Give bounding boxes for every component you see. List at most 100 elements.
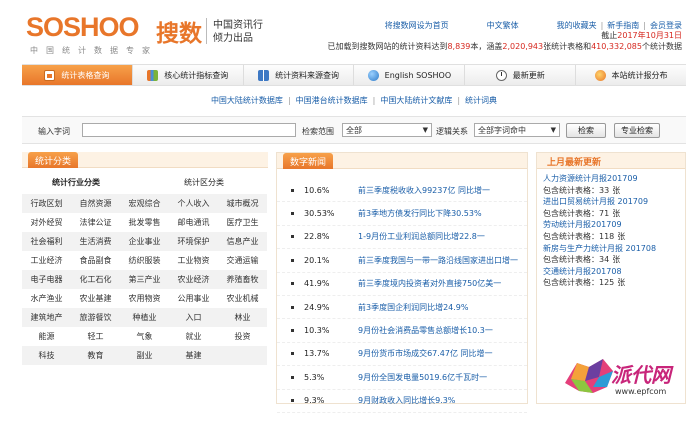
nav-tab-latest-updates[interactable]: 最新更新 [465, 65, 577, 85]
category-item[interactable]: 教育 [71, 346, 120, 365]
category-item[interactable]: 食品副食 [71, 251, 120, 270]
category-item[interactable]: 基建 [169, 346, 218, 365]
news-row[interactable]: 9.3% 9月财政收入同比增长9.3% [277, 390, 527, 413]
category-item[interactable]: 宏观综合 [120, 194, 169, 213]
category-item[interactable]: 信息产业 [218, 232, 267, 251]
category-item[interactable]: 交通运输 [218, 251, 267, 270]
category-item[interactable]: 养殖畜牧 [218, 270, 267, 289]
category-item[interactable]: 入口 [169, 308, 218, 327]
news-row[interactable]: 30.53% 前3季地方债发行同比下降30.53% [277, 202, 527, 226]
count-prefix: 包含统计表格： [543, 185, 599, 195]
set-homepage-link[interactable]: 将搜数网设为首页 [385, 20, 449, 31]
news-title-link[interactable]: 前三季度税收收入99237亿 同比增一 [358, 185, 490, 196]
member-login-link[interactable]: 会员登录 [650, 21, 682, 30]
category-item[interactable]: 就业 [169, 327, 218, 346]
subnav-mainland-literature[interactable]: 中国大陆统计文献库 [380, 95, 452, 106]
category-item[interactable]: 行政区划 [22, 194, 71, 213]
category-item[interactable]: 能源 [22, 327, 71, 346]
category-item[interactable]: 工业经济 [22, 251, 71, 270]
news-row[interactable]: 13.7% 9月份货币市场成交67.47亿 同比增一 [277, 343, 527, 367]
news-title-link[interactable]: 9月份货币市场成交67.47亿 同比增一 [358, 348, 493, 359]
category-item[interactable]: 轻工 [71, 327, 120, 346]
news-row[interactable]: 22.8% 1-9月份工业利润总额同比增22.8一 [277, 226, 527, 250]
news-row[interactable]: 41.9% 前三季度境内投资者对外直接750亿美一 [277, 273, 527, 296]
category-item[interactable]: 农业经济 [169, 270, 218, 289]
category-item[interactable]: 林业 [218, 308, 267, 327]
nav-tab-english[interactable]: English SOSHOO [354, 65, 466, 85]
news-row[interactable]: 10.6% 前三季度税收收入99237亿 同比增一 [277, 179, 527, 203]
traditional-chinese-link[interactable]: 中文繁体 [487, 20, 519, 31]
scope-select[interactable]: 全部 ▼ [342, 123, 432, 137]
news-title-link[interactable]: 前3季度国企利润同比增24.9% [358, 302, 469, 313]
nav-tab-distribution[interactable]: 本站统计报分布 [576, 65, 686, 85]
update-title-link[interactable]: 劳动统计月报201709 [543, 219, 683, 231]
category-item[interactable]: 城市概况 [218, 194, 267, 213]
category-item[interactable]: 副业 [120, 346, 169, 365]
news-row[interactable]: 5.3% 9月份全国发电量5019.6亿千瓦时一 [277, 366, 527, 390]
category-item[interactable]: 生活消费 [71, 232, 120, 251]
category-item[interactable]: 农业机械 [218, 289, 267, 308]
update-table-count: 包含统计表格：34 张 [543, 254, 683, 266]
category-item[interactable]: 邮电通讯 [169, 213, 218, 232]
category-item[interactable]: 企业事业 [120, 232, 169, 251]
news-title-link[interactable]: 9月份社会消费品零售总额增长10.3一 [358, 325, 493, 336]
news-row[interactable]: 20.1% 前三季度我国与一带一路沿线国家进出口增一 [277, 249, 527, 273]
favorites-link[interactable]: 我的收藏夹 [557, 21, 597, 30]
nav-tab-table-query[interactable]: 统计表格查询 [22, 65, 133, 85]
news-title-link[interactable]: 前三季度境内投资者对外直接750亿美一 [358, 278, 501, 289]
news-title-link[interactable]: 1-9月份工业利润总额同比增22.8一 [358, 231, 485, 242]
count-suffix: 张 [612, 255, 621, 265]
update-title-link[interactable]: 新房与生产力统计月报 201708 [543, 243, 683, 255]
category-item[interactable]: 科技 [22, 346, 71, 365]
category-item[interactable]: 环境保护 [169, 232, 218, 251]
logic-select[interactable]: 全部字词命中 ▼ [474, 123, 560, 137]
category-item[interactable]: 纺织服装 [120, 251, 169, 270]
nav-tab-source-query[interactable]: 统计资料来源查询 [244, 65, 355, 85]
category-item[interactable]: 对外经贸 [22, 213, 71, 232]
category-item[interactable]: 第三产业 [120, 270, 169, 289]
category-item[interactable]: 种植业 [120, 308, 169, 327]
news-row[interactable]: 24.9% 前3季度国企利润同比增24.9% [277, 296, 527, 320]
category-item[interactable]: 电子电器 [22, 270, 71, 289]
news-title-link[interactable]: 前3季地方债发行同比下降30.53% [358, 208, 482, 219]
category-item[interactable]: 自然资源 [71, 194, 120, 213]
news-percent: 10.3% [304, 326, 330, 336]
category-item[interactable]: 医疗卫生 [218, 213, 267, 232]
category-item[interactable]: 水产渔业 [22, 289, 71, 308]
update-title-link[interactable]: 人力资源统计月报201709 [543, 173, 683, 185]
subnav-dictionary[interactable]: 统计词典 [465, 95, 497, 106]
category-item[interactable]: 投资 [218, 327, 267, 346]
category-item[interactable]: 旅游餐饮 [71, 308, 120, 327]
nav-tab-core-indicators[interactable]: 核心统计指标查询 [133, 65, 244, 85]
category-item[interactable]: 工业物资 [169, 251, 218, 270]
category-item[interactable]: 化工石化 [71, 270, 120, 289]
update-title-link[interactable]: 交通统计月报201708 [543, 266, 683, 278]
category-item[interactable]: 批发零售 [120, 213, 169, 232]
subnav-hk-tw-db[interactable]: 中国港台统计数据库 [296, 95, 368, 106]
category-item[interactable]: 建筑地产 [22, 308, 71, 327]
guide-link[interactable]: 新手指南 [607, 21, 639, 30]
nav-tab-label: 统计表格查询 [61, 70, 110, 80]
site-stats: 已加载到搜数网站的统计资料达到8,839本，涵盖2,020,943张统计表格和4… [327, 41, 682, 52]
category-item[interactable]: 社会福利 [22, 232, 71, 251]
category-item[interactable]: 农用物资 [120, 289, 169, 308]
region-category-header: 统计区分类 [184, 178, 224, 187]
bullet-icon [291, 399, 294, 403]
update-title-link[interactable]: 进出口贸易统计月报 201709 [543, 196, 683, 208]
category-headers: 统计行业分类 统计区分类 [22, 168, 268, 190]
subnav-mainland-db[interactable]: 中国大陆统计数据库 [211, 95, 283, 106]
news-row[interactable]: 10.3% 9月份社会消费品零售总额增长10.3一 [277, 319, 527, 343]
keyword-input[interactable] [82, 123, 296, 137]
category-item[interactable]: 气象 [120, 327, 169, 346]
news-title-link[interactable]: 前三季度我国与一带一路沿线国家进出口增一 [358, 255, 518, 266]
category-item[interactable]: 农业基建 [71, 289, 120, 308]
news-list: 10.6% 前三季度税收收入99237亿 同比增一 30.53% 前3季地方债发行同比… [277, 179, 527, 413]
category-item[interactable]: 公用事业 [169, 289, 218, 308]
count-prefix: 包含统计表格： [543, 231, 599, 241]
category-item[interactable]: 个人收入 [169, 194, 218, 213]
news-title-link[interactable]: 9月份全国发电量5019.6亿千瓦时一 [358, 372, 487, 383]
news-title-link[interactable]: 9月财政收入同比增长9.3% [358, 395, 455, 406]
advanced-search-button[interactable]: 专业检索 [614, 123, 660, 138]
search-button[interactable]: 检索 [566, 123, 606, 138]
category-item[interactable]: 法律公证 [71, 213, 120, 232]
